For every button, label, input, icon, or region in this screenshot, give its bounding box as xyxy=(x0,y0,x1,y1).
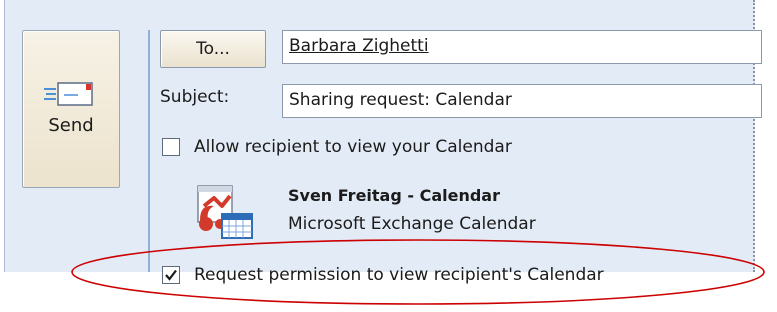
subject-label: Subject: xyxy=(160,87,230,107)
send-divider xyxy=(148,30,150,272)
request-permission-checkbox[interactable] xyxy=(162,266,180,284)
checkmark-icon xyxy=(165,269,177,281)
to-field[interactable]: Barbara Zighetti xyxy=(282,30,762,64)
sharing-invitation-form: Send To... Barbara Zighetti Subject: Sha… xyxy=(0,0,777,312)
shared-calendar-title: Sven Freitag - Calendar xyxy=(288,186,500,205)
shared-calendar-subtitle: Microsoft Exchange Calendar xyxy=(288,214,536,234)
allow-view-label[interactable]: Allow recipient to view your Calendar xyxy=(194,136,512,158)
recipient-name[interactable]: Barbara Zighetti xyxy=(289,36,429,56)
request-permission-label[interactable]: Request permission to view recipient's C… xyxy=(194,264,604,286)
shared-calendar-icon xyxy=(197,185,253,239)
allow-view-checkbox[interactable] xyxy=(162,138,180,156)
send-label: Send xyxy=(48,115,94,136)
subject-value: Sharing request: Calendar xyxy=(289,90,512,110)
subject-field[interactable]: Sharing request: Calendar xyxy=(282,84,762,118)
envelope-send-icon xyxy=(44,82,93,106)
to-button[interactable]: To... xyxy=(160,30,266,68)
send-button[interactable]: Send xyxy=(22,30,120,188)
